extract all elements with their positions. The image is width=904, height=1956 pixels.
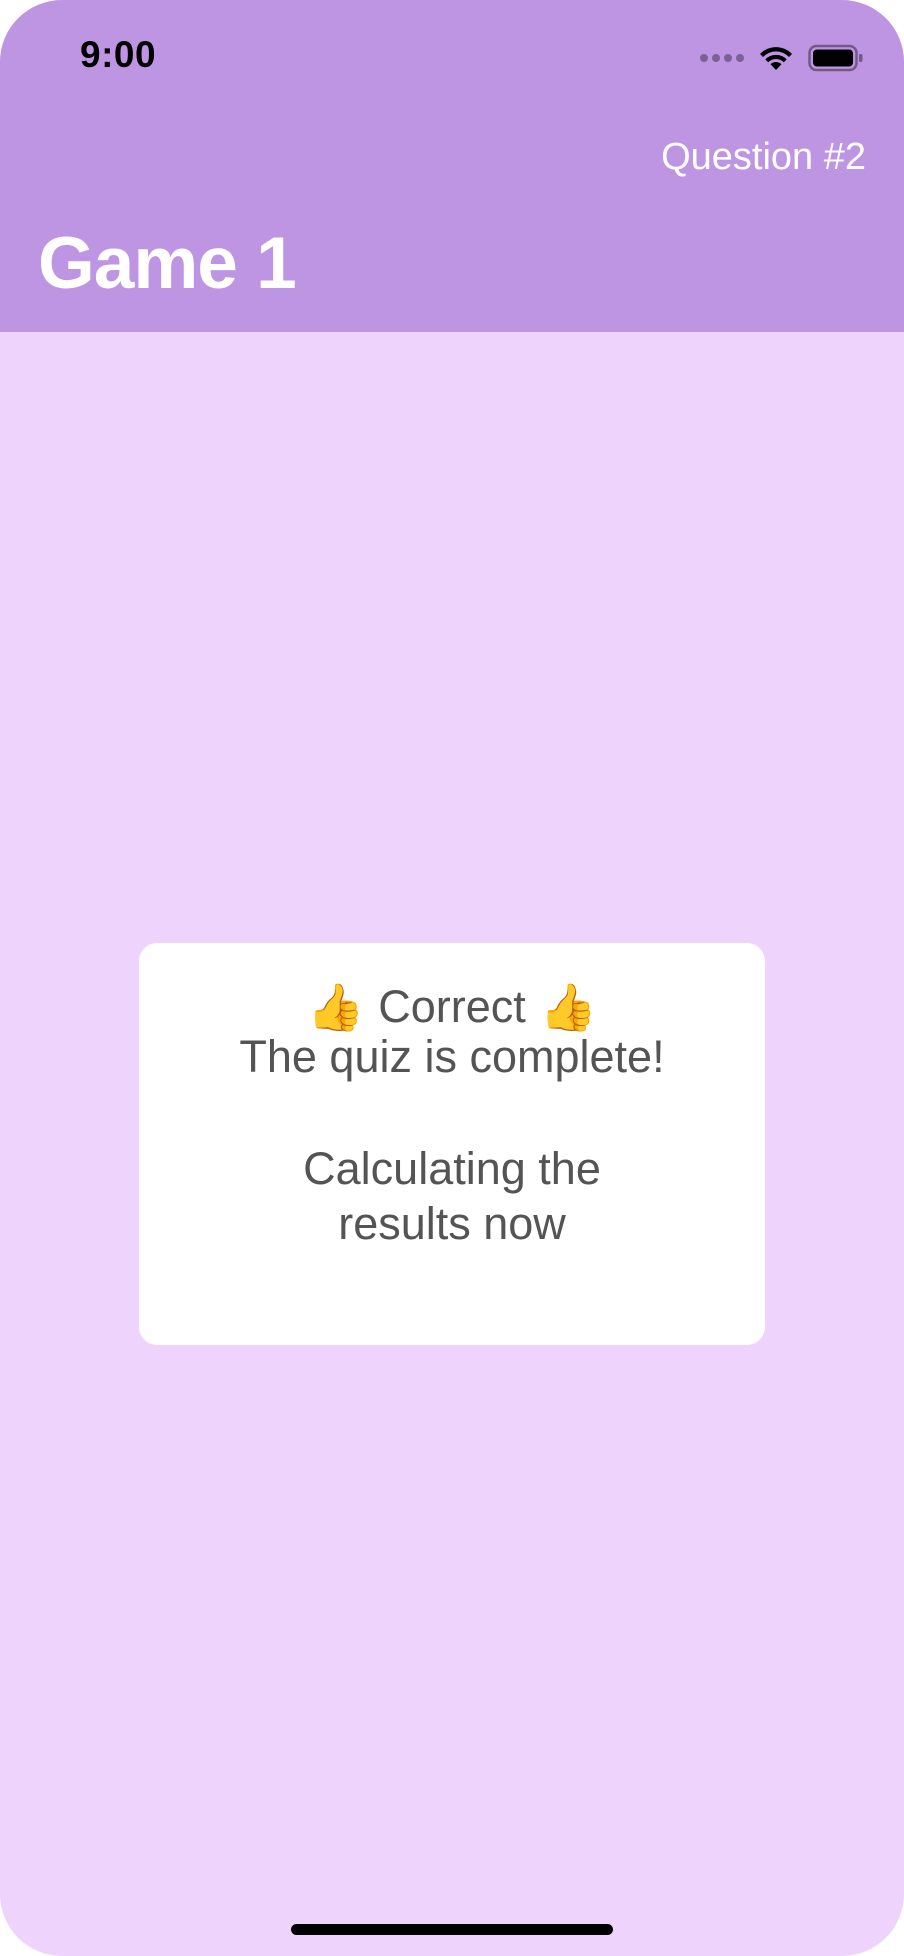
thumbs-up-icon: 👍 [306, 981, 365, 1033]
app-screen: 9:00 Question #2 Game 1 👍 Correct 👍 The … [0, 0, 904, 1956]
result-heading: 👍 Correct 👍 [139, 981, 765, 1033]
result-card: 👍 Correct 👍 The quiz is complete! Calcul… [139, 943, 765, 1345]
question-number-label: Question #2 [661, 136, 866, 178]
quiz-complete-message: The quiz is complete! [239, 1031, 665, 1082]
cellular-signal-icon [700, 54, 744, 62]
status-time: 9:00 [80, 34, 157, 75]
status-icons [700, 40, 864, 76]
battery-icon [808, 44, 863, 72]
thumbs-up-icon: 👍 [539, 981, 598, 1033]
home-indicator[interactable] [291, 1924, 613, 1935]
navigation-header: 9:00 Question #2 Game 1 [0, 0, 904, 332]
calculating-message-line-1: Calculating the [303, 1143, 601, 1194]
calculating-message-line-2: results now [338, 1198, 566, 1249]
page-title: Game 1 [38, 223, 297, 304]
wifi-icon [760, 47, 792, 70]
result-heading-label: Correct [378, 981, 526, 1032]
